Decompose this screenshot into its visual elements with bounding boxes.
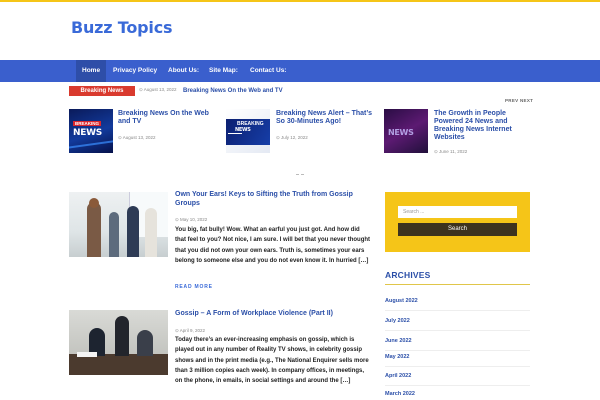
feature-2-date-text: July 12, 2022 <box>281 135 308 140</box>
person-figure <box>115 316 129 356</box>
feature-3-date-text: June 11, 2022 <box>439 149 468 154</box>
archive-link-august-2022[interactable]: August 2022 <box>385 298 418 304</box>
archive-separator <box>385 350 530 351</box>
archive-link-june-2022[interactable]: June 2022 <box>385 338 412 344</box>
post-1-date: ⊙ May 10, 2022 <box>175 217 208 222</box>
feature-1-thumbnail[interactable]: BREAKING NEWS <box>69 109 113 153</box>
post-1-excerpt: You big, fat bully! Wow. What an earful … <box>175 227 371 264</box>
person-figure <box>145 208 157 257</box>
post-1-date-text: May 10, 2022 <box>180 217 208 222</box>
search-input[interactable] <box>398 206 517 218</box>
feature-1-date-text: August 13, 2022 <box>122 135 156 140</box>
post-1-thumbnail[interactable] <box>69 192 168 257</box>
slider-prev-button[interactable]: PREV <box>505 98 518 103</box>
desk-decoration <box>69 354 168 375</box>
nav-home[interactable]: Home <box>76 60 107 82</box>
archives-divider <box>385 284 530 285</box>
ticker-headline-link[interactable]: Breaking News On the Web and TV <box>183 86 283 96</box>
archive-separator <box>385 366 530 367</box>
feature-1-title[interactable]: Breaking News On the Web and TV <box>118 110 218 126</box>
archive-link-may-2022[interactable]: May 2022 <box>385 354 409 360</box>
feature-3-thumbnail[interactable]: NEWS <box>384 109 428 153</box>
light-streak-decoration <box>228 133 242 134</box>
nav-about-us[interactable]: About Us: <box>162 60 205 82</box>
main-navigation: Home Privacy Policy About Us: Site Map: … <box>0 60 600 82</box>
slider-dot[interactable] <box>296 173 299 175</box>
paper-decoration <box>77 352 97 357</box>
feature-1-image-word-top: BREAKING <box>73 121 102 126</box>
archive-separator <box>385 310 530 311</box>
person-head <box>89 198 99 208</box>
feature-1-date: ⊙ August 13, 2022 <box>118 135 156 140</box>
feature-3-date: ⊙ June 11, 2022 <box>434 149 468 154</box>
breaking-news-badge: Breaking News <box>69 86 135 96</box>
feature-2-thumbnail[interactable]: BREAKING NEWS <box>226 109 270 153</box>
light-streak-decoration <box>69 138 113 150</box>
archives-heading: ARCHIVES <box>385 270 431 280</box>
person-figure <box>127 206 139 257</box>
post-2-date-text: April 9, 2022 <box>179 328 206 333</box>
post-2-date: ⊙ April 9, 2022 <box>175 328 206 333</box>
feature-3-image-word-bottom: NEWS <box>388 128 414 137</box>
post-1-title[interactable]: Own Your Ears! Keys to Sifting the Truth… <box>175 191 375 208</box>
feature-1-image-word-bottom: NEWS <box>73 128 102 138</box>
person-figure <box>109 212 119 257</box>
archive-separator <box>385 330 530 331</box>
feature-3-title[interactable]: The Growth in People Powered 24 News and… <box>434 110 534 142</box>
ticker-date-text: August 13, 2022 <box>143 87 177 92</box>
person-figure <box>137 330 153 356</box>
nav-contact-us[interactable]: Contact Us: <box>244 60 292 82</box>
top-accent-stripe <box>0 0 600 2</box>
nav-privacy-policy[interactable]: Privacy Policy <box>107 60 163 82</box>
slider-pagination[interactable] <box>296 162 306 180</box>
post-2-title[interactable]: Gossip – A Form of Workplace Violence (P… <box>175 310 375 319</box>
slider-dot[interactable] <box>301 173 304 175</box>
archive-link-march-2022[interactable]: March 2022 <box>385 391 415 397</box>
feature-2-title[interactable]: Breaking News Alert – That’s So 30-Minut… <box>276 110 376 126</box>
post-1-read-more-link[interactable]: READ MORE <box>175 284 213 290</box>
feature-2-date: ⊙ July 12, 2022 <box>276 135 308 140</box>
slider-next-button[interactable]: NEXT <box>520 98 533 103</box>
ticker-date: ⊙ August 13, 2022 <box>139 87 177 92</box>
archive-separator <box>385 385 530 386</box>
search-button[interactable]: Search <box>398 223 517 236</box>
nav-site-map[interactable]: Site Map: <box>203 60 244 82</box>
archive-link-july-2022[interactable]: July 2022 <box>385 318 410 324</box>
post-2-thumbnail[interactable] <box>69 310 168 375</box>
search-widget: Search <box>385 192 530 252</box>
site-title[interactable]: Buzz Topics <box>71 18 173 37</box>
post-2-excerpt: Today there’s an ever-increasing emphasi… <box>175 337 369 385</box>
person-figure <box>87 202 101 257</box>
archive-link-april-2022[interactable]: April 2022 <box>385 373 411 379</box>
